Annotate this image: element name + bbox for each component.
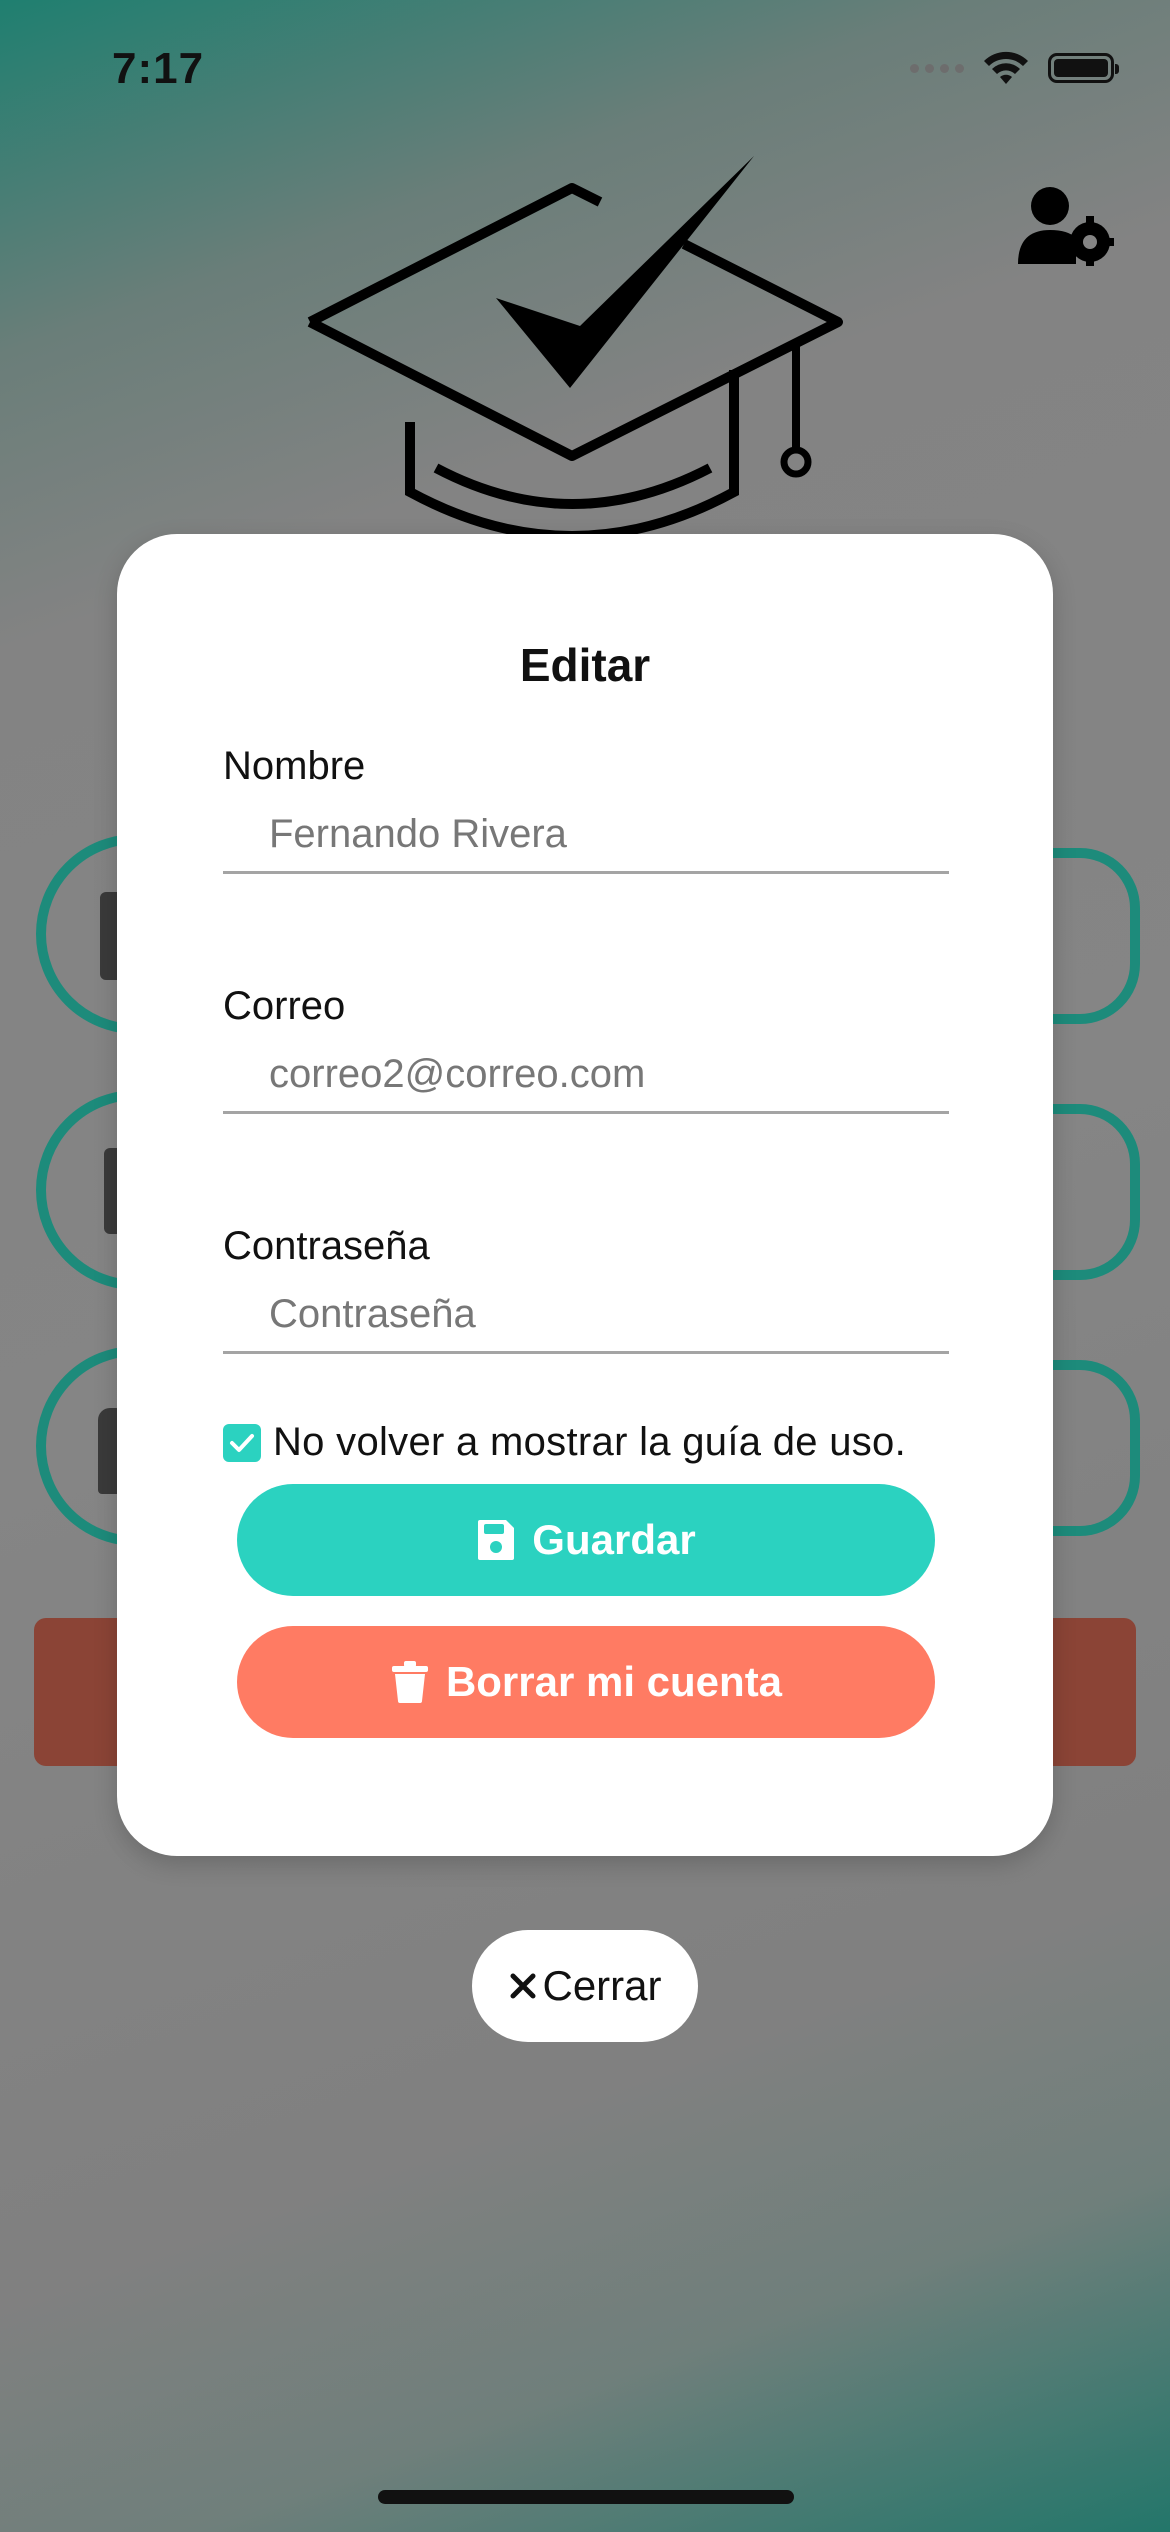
user-gear-icon[interactable] (1018, 186, 1114, 266)
modal-title: Editar (519, 639, 651, 691)
email-input[interactable]: correo2@correo.com (223, 1014, 949, 1114)
graduation-cap-check-icon (307, 156, 843, 540)
edit-profile-modal: Editar Nombre Fernando Rivera Correo cor… (117, 534, 1053, 1856)
bg-menu-card-3 (1040, 1360, 1140, 1536)
delete-account-label: Borrar mi cuenta (445, 1658, 783, 1705)
battery-icon (1048, 53, 1119, 83)
hide-guide-checkbox[interactable] (223, 1423, 261, 1462)
bg-menu-card-2 (1040, 1104, 1140, 1280)
status-icons (910, 50, 1119, 86)
password-input[interactable]: Contraseña (223, 1254, 949, 1354)
hide-guide-option[interactable]: No volver a mostrar la guía de uso. (223, 1420, 906, 1465)
save-button-label: Guardar (532, 1516, 696, 1563)
home-indicator[interactable] (378, 2490, 794, 2504)
close-button[interactable]: Cerrar (472, 1930, 698, 2042)
floppy-disk-icon (478, 1520, 515, 1560)
checkmark-icon (230, 1433, 254, 1452)
delete-account-button[interactable]: Borrar mi cuenta (237, 1626, 935, 1738)
bg-menu-card-1 (1040, 848, 1140, 1024)
trash-icon (391, 1661, 428, 1703)
signal-icon (910, 63, 964, 73)
close-button-label: Cerrar (542, 1962, 662, 2009)
save-button[interactable]: Guardar (237, 1484, 935, 1596)
app-screen: 7:17 Editar Nombre Fernando Rivera Corre… (0, 0, 1170, 2532)
status-time: 7:17 (112, 44, 205, 93)
name-input[interactable]: Fernando Rivera (223, 774, 949, 874)
hide-guide-label: No volver a mostrar la guía de uso. (273, 1420, 907, 1464)
wifi-icon (984, 51, 1028, 84)
close-icon (510, 1973, 536, 1999)
